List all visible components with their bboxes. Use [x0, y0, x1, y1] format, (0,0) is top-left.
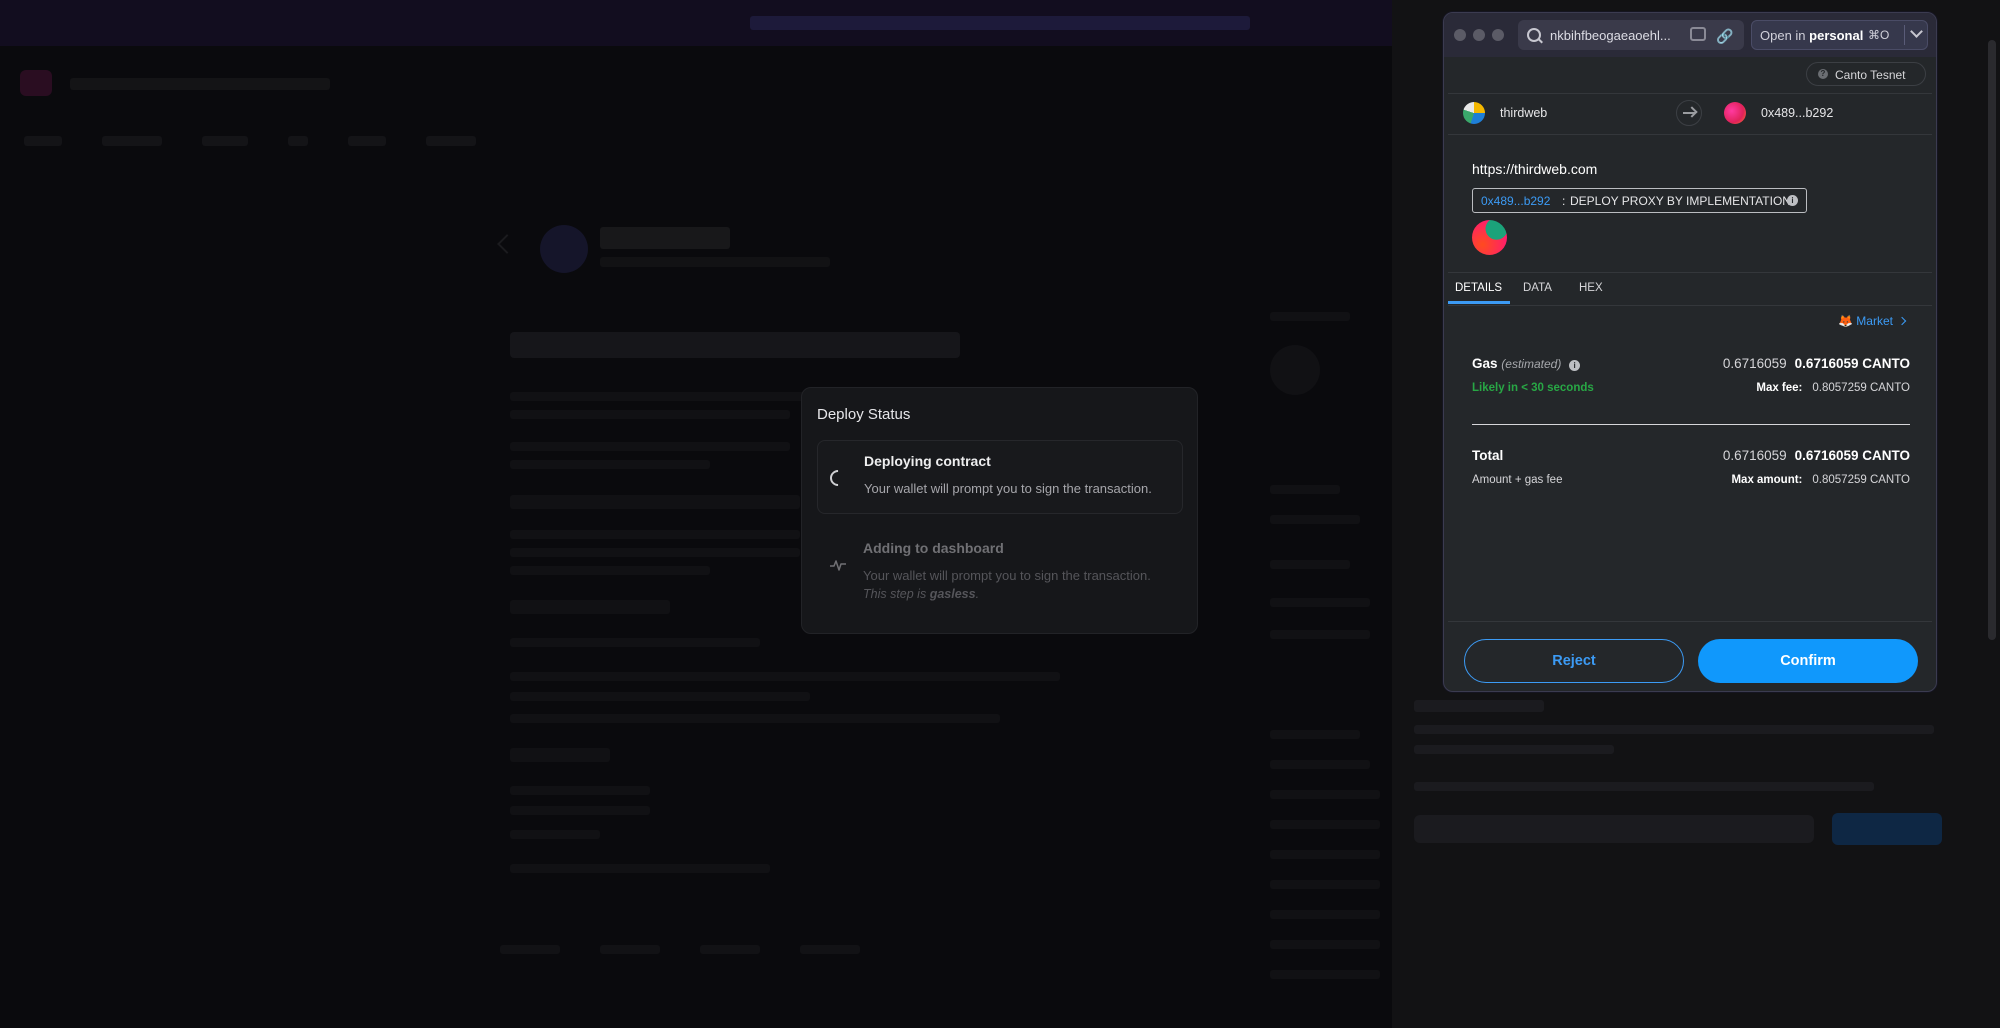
open-in-profile-button[interactable]: Open in personal ⌘O	[1751, 20, 1928, 50]
contract-address-link[interactable]: 0x489...b292	[1481, 194, 1550, 208]
background-heading	[510, 332, 960, 358]
search-icon	[1527, 28, 1541, 42]
spinner-icon	[826, 466, 850, 490]
open-in-shortcut: ⌘O	[1868, 28, 1890, 42]
reject-button[interactable]: Reject	[1464, 639, 1684, 683]
question-icon: ?	[1818, 69, 1828, 79]
info-icon[interactable]: i	[1569, 360, 1581, 371]
contract-avatar	[1472, 220, 1507, 255]
step-description: Your wallet will prompt you to sign the …	[864, 481, 1152, 496]
footer-divider	[1448, 621, 1932, 622]
step-title: Deploying contract	[864, 453, 991, 469]
confirmation-tabs: DETAILS DATA HEX	[1448, 272, 1932, 306]
tab-data[interactable]: DATA	[1523, 282, 1552, 294]
fee-divider	[1472, 424, 1910, 425]
background-logo	[20, 70, 52, 96]
network-name: Canto Tesnet	[1835, 68, 1906, 82]
fox-icon: 🦊	[1838, 314, 1853, 328]
max-fee: Max fee: 0.8057259 CANTO	[1756, 382, 1910, 394]
chevron-down-icon[interactable]	[1910, 25, 1923, 38]
network-indicator[interactable]: ? Canto Tesnet	[1806, 62, 1926, 86]
step-note: This step is gasless.	[863, 587, 980, 601]
deploy-status-title: Deploy Status	[817, 406, 911, 423]
background-scrollbar	[1988, 40, 1996, 640]
gas-market-link[interactable]: 🦊 Market	[1838, 314, 1907, 328]
open-in-label: Open in personal	[1760, 28, 1864, 43]
gas-value: 0.6716059 0.6716059 CANTO	[1722, 356, 1910, 371]
total-sub-label: Amount + gas fee	[1472, 474, 1563, 486]
total-label: Total	[1472, 448, 1504, 463]
total-value: 0.6716059 0.6716059 CANTO	[1722, 448, 1910, 463]
gas-label: Gas (estimated) i	[1472, 356, 1581, 371]
extension-url-text: nkbihfbeogaeaoehl...	[1550, 28, 1671, 43]
method-name: DEPLOY PROXY BY IMPLEMENTATION	[1570, 194, 1791, 208]
chevron-right-icon	[1897, 316, 1907, 326]
background-brand	[70, 78, 330, 90]
active-tab-indicator	[1448, 301, 1510, 304]
minimize-window-button[interactable]	[1473, 29, 1485, 41]
tab-hex[interactable]: HEX	[1579, 282, 1603, 294]
maximize-window-button[interactable]	[1492, 29, 1504, 41]
background-nav	[24, 136, 476, 146]
gasless-emphasis: gasless	[929, 587, 976, 601]
recipient-avatar	[1724, 102, 1746, 124]
link-icon[interactable]: 🔗	[1716, 28, 1733, 45]
info-icon[interactable]: i	[1787, 195, 1798, 206]
arrow-right-icon	[1676, 100, 1702, 126]
extension-url-bar[interactable]: nkbihfbeogaeaoehl... 🔗	[1518, 20, 1744, 50]
recipient-address[interactable]: 0x489...b292	[1761, 106, 1833, 120]
confirmation-body: ? Canto Tesnet thirdweb 0x489...b292 htt…	[1448, 57, 1932, 687]
background-banner	[0, 0, 1400, 46]
sender-account-name: thirdweb	[1500, 106, 1548, 120]
confirm-button[interactable]: Confirm	[1698, 639, 1918, 683]
request-origin: https://thirdweb.com	[1472, 161, 1598, 177]
max-amount: Max amount: 0.8057259 CANTO	[1731, 474, 1910, 486]
deploy-step-deploying-contract: Deploying contract Your wallet will prom…	[817, 440, 1183, 514]
step-title: Adding to dashboard	[863, 540, 1004, 556]
deploy-step-adding-to-dashboard: Adding to dashboard Your wallet will pro…	[817, 528, 1183, 616]
sender-recipient-row: thirdweb 0x489...b292	[1448, 93, 1932, 135]
step-description: Your wallet will prompt you to sign the …	[863, 568, 1151, 583]
extension-icon[interactable]	[1690, 27, 1706, 41]
popup-titlebar: nkbihfbeogaeaoehl... 🔗 Open in personal …	[1444, 13, 1936, 57]
deploy-status-modal: Deploy Status Deploying contract Your wa…	[801, 387, 1198, 634]
sender-avatar	[1463, 102, 1485, 124]
tab-details[interactable]: DETAILS	[1455, 282, 1502, 294]
metamask-popup-window: nkbihfbeogaeaoehl... 🔗 Open in personal …	[1443, 12, 1937, 692]
activity-icon	[830, 560, 846, 571]
close-window-button[interactable]	[1454, 29, 1466, 41]
contract-method-pill: 0x489...b292 : DEPLOY PROXY BY IMPLEMENT…	[1472, 188, 1807, 213]
background-tabs	[500, 945, 860, 954]
background-button	[1832, 813, 1942, 845]
gas-timing-estimate[interactable]: Likely in < 30 seconds	[1472, 382, 1594, 394]
